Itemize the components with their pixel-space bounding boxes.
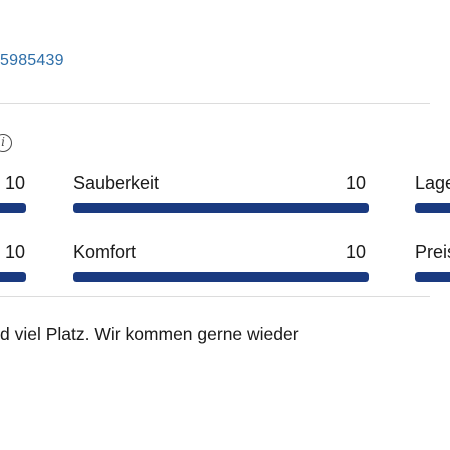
property-id-link[interactable]: 5985439 <box>0 52 64 70</box>
review-card: 5985439 i 10 Sauberkeit 10 Lage 10 Komfo… <box>0 0 450 450</box>
rating-bar-komfort <box>73 272 369 282</box>
rating-bar-fill <box>73 272 369 282</box>
rating-bar-preis <box>415 272 450 282</box>
review-text: d viel Platz. Wir kommen gerne wieder <box>0 324 299 344</box>
rating-bar-fill <box>0 203 26 213</box>
rating-bar-fill <box>415 272 450 282</box>
rating-bar-fill <box>0 272 26 282</box>
rating-score-left-row1: 10 <box>5 173 26 193</box>
rating-bar-left-row2 <box>0 272 26 282</box>
rating-bar-sauberkeit <box>73 203 369 213</box>
rating-score-sauberkeit: 10 <box>346 173 367 193</box>
divider-bottom <box>0 296 430 297</box>
info-icon[interactable]: i <box>0 134 12 152</box>
rating-bar-fill <box>415 203 450 213</box>
rating-label-preis: Preis <box>415 242 450 262</box>
rating-label-komfort: Komfort <box>73 242 137 262</box>
divider-top <box>0 103 430 104</box>
rating-bar-lage <box>415 203 450 213</box>
rating-label-sauberkeit: Sauberkeit <box>73 173 160 193</box>
rating-bar-fill <box>73 203 369 213</box>
rating-score-komfort: 10 <box>346 242 367 262</box>
rating-label-lage: Lage <box>415 173 450 193</box>
rating-score-left-row2: 10 <box>5 242 26 262</box>
rating-bar-left-row1 <box>0 203 26 213</box>
